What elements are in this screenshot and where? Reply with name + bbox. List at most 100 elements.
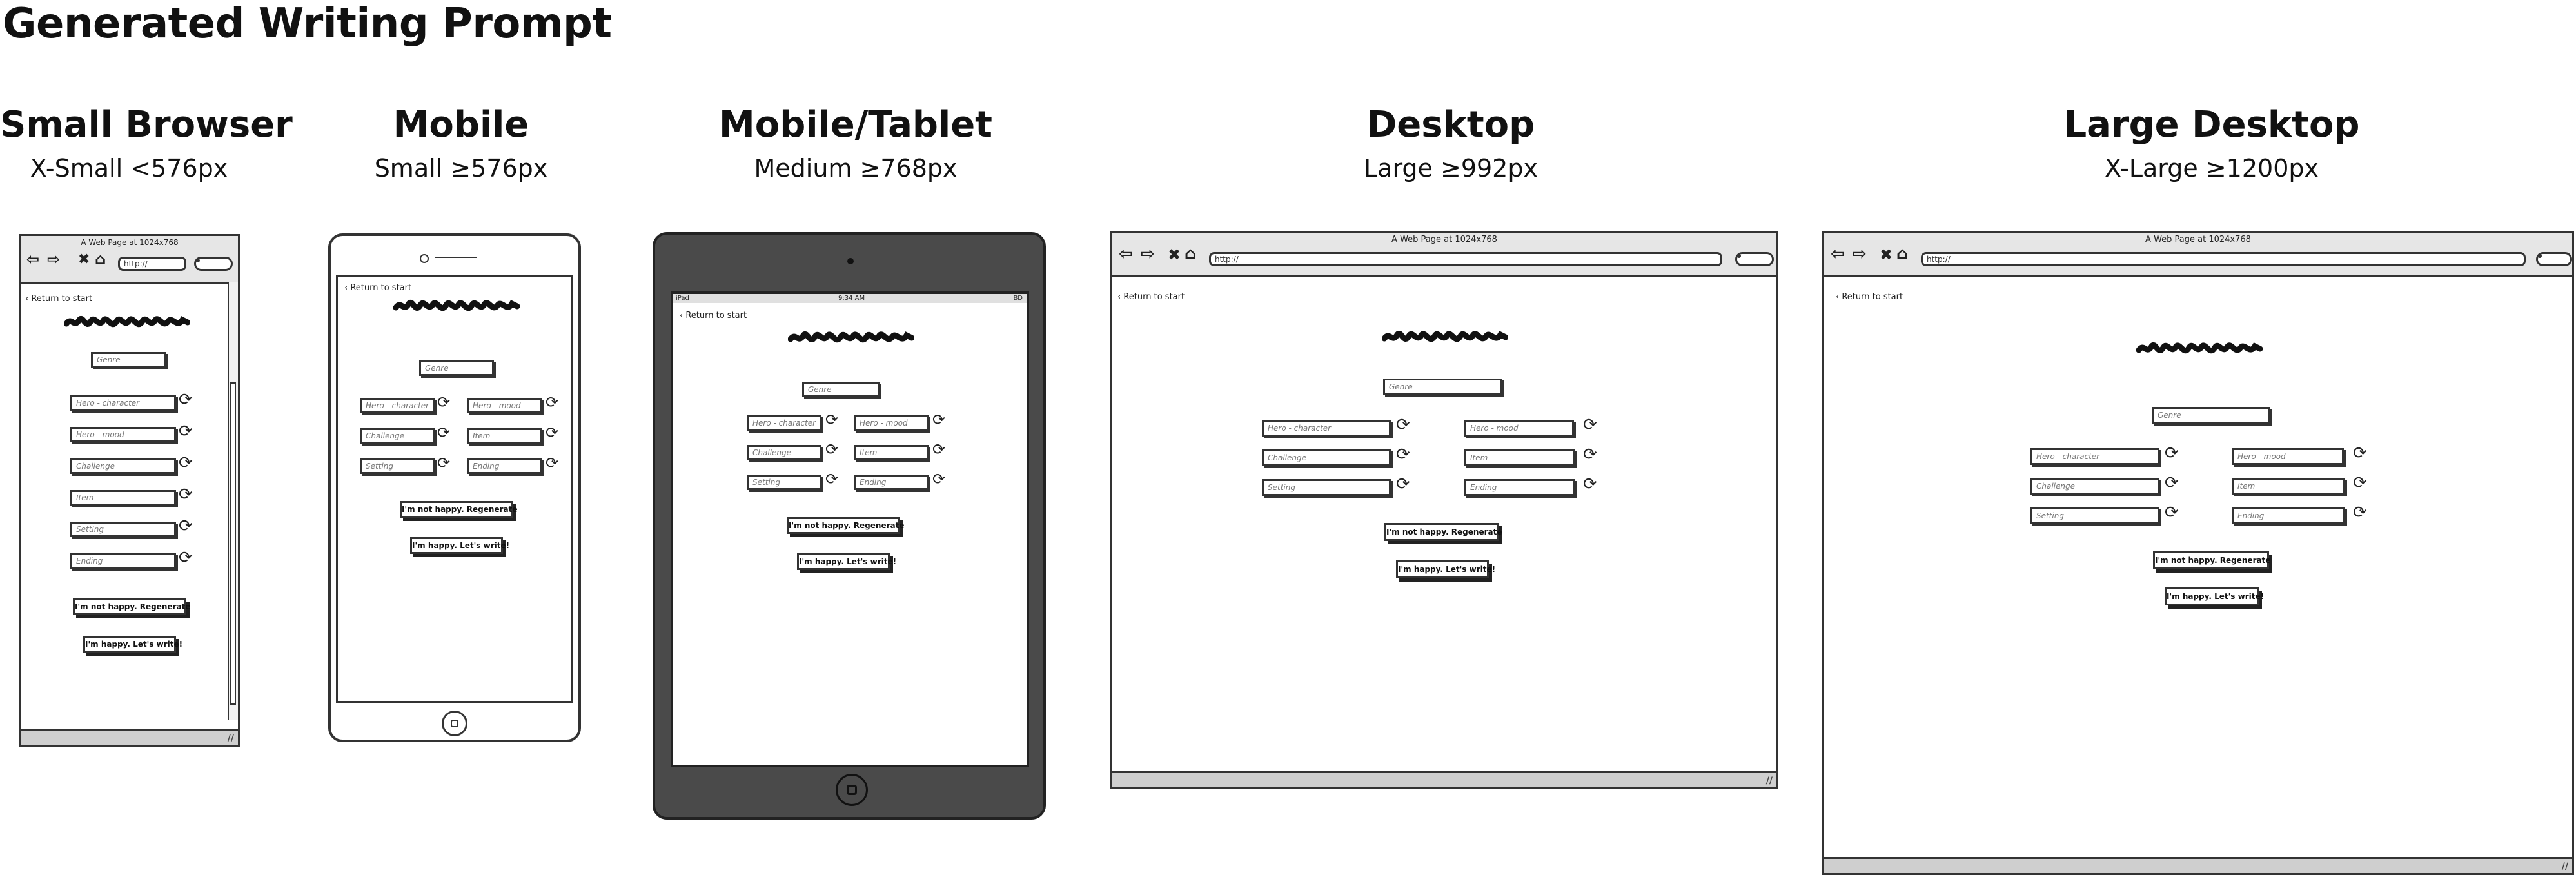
genre-field[interactable]: Genre [2152, 407, 2270, 424]
refresh-icon[interactable]: ⟳ [932, 471, 945, 487]
close-icon[interactable]: ✖ [1880, 246, 1893, 264]
arrow-left-icon[interactable]: ⇦ [1831, 244, 1845, 264]
setting-field[interactable]: Setting [2030, 507, 2159, 524]
refresh-icon[interactable]: ⟳ [932, 442, 945, 457]
write-button[interactable]: I'm happy. Let's write! [1396, 560, 1495, 578]
refresh-icon[interactable]: ⟳ [546, 455, 558, 471]
challenge-field[interactable]: Challenge [747, 445, 821, 460]
write-button[interactable]: I'm happy. Let's write! [2165, 587, 2264, 605]
item-field[interactable]: Item [467, 428, 542, 444]
challenge-field[interactable]: Challenge [70, 458, 176, 474]
refresh-icon[interactable]: ⟳ [437, 425, 450, 440]
ending-field[interactable]: Ending [1464, 479, 1575, 496]
search-icon[interactable] [2536, 252, 2572, 266]
refresh-icon[interactable]: ⟳ [825, 442, 838, 457]
refresh-icon[interactable]: ⟳ [2353, 475, 2367, 491]
ending-field[interactable]: Ending [854, 475, 929, 490]
genre-field[interactable]: Genre [419, 360, 494, 376]
refresh-icon[interactable]: ⟳ [1583, 446, 1597, 463]
url-input[interactable]: http:// [1921, 252, 2526, 266]
genre-field[interactable]: Genre [1383, 379, 1502, 395]
refresh-icon[interactable]: ⟳ [179, 423, 193, 440]
hero-character-field[interactable]: Hero - character [747, 415, 821, 431]
scrollbar-thumb[interactable] [230, 382, 236, 705]
refresh-icon[interactable]: ⟳ [1396, 417, 1410, 433]
arrow-left-icon[interactable]: ⇦ [1119, 244, 1133, 264]
url-input[interactable]: http:// [1209, 252, 1722, 266]
home-icon[interactable]: ⌂ [1896, 244, 1909, 264]
item-field[interactable]: Item [70, 490, 176, 506]
refresh-icon[interactable]: ⟳ [437, 395, 450, 410]
regenerate-button[interactable]: I'm not happy. Regenerate [2153, 551, 2270, 569]
refresh-icon[interactable]: ⟳ [932, 412, 945, 428]
refresh-icon[interactable]: ⟳ [179, 391, 193, 408]
hero-mood-field[interactable]: Hero - mood [467, 398, 542, 413]
ending-field[interactable]: Ending [467, 458, 542, 474]
refresh-icon[interactable]: ⟳ [2353, 445, 2367, 462]
search-icon[interactable] [194, 257, 233, 271]
refresh-icon[interactable]: ⟳ [2165, 475, 2179, 491]
url-input[interactable]: http:// [118, 257, 186, 271]
refresh-icon[interactable]: ⟳ [179, 486, 193, 503]
refresh-icon[interactable]: ⟳ [825, 471, 838, 487]
arrow-right-icon[interactable]: ⇨ [47, 250, 60, 268]
refresh-icon[interactable]: ⟳ [1396, 446, 1410, 463]
refresh-icon[interactable]: ⟳ [2165, 445, 2179, 462]
genre-field[interactable]: Genre [91, 352, 166, 368]
arrow-right-icon[interactable]: ⇨ [1853, 244, 1867, 264]
item-field[interactable]: Item [2232, 478, 2345, 495]
home-icon[interactable]: ⌂ [95, 250, 106, 268]
hero-character-field[interactable]: Hero - character [2030, 448, 2159, 465]
resize-grip-icon[interactable]: // [228, 733, 234, 743]
refresh-icon[interactable]: ⟳ [825, 412, 838, 428]
challenge-field[interactable]: Challenge [1262, 449, 1391, 466]
refresh-icon[interactable]: ⟳ [179, 549, 193, 566]
refresh-icon[interactable]: ⟳ [546, 425, 558, 440]
home-button[interactable] [442, 711, 467, 736]
ending-field[interactable]: Ending [2232, 507, 2345, 524]
refresh-icon[interactable]: ⟳ [2165, 504, 2179, 521]
refresh-icon[interactable]: ⟳ [179, 518, 193, 535]
challenge-field[interactable]: Challenge [2030, 478, 2159, 495]
write-button[interactable]: I'm happy. Let's write! [83, 636, 182, 653]
refresh-icon[interactable]: ⟳ [2353, 504, 2367, 521]
setting-field[interactable]: Setting [1262, 479, 1391, 496]
arrow-right-icon[interactable]: ⇨ [1141, 244, 1155, 264]
resize-grip-icon[interactable]: // [1766, 776, 1773, 786]
return-to-start-link[interactable]: ‹ Return to start [1836, 292, 1903, 302]
refresh-icon[interactable]: ⟳ [1583, 476, 1597, 493]
hero-mood-field[interactable]: Hero - mood [1464, 420, 1574, 437]
item-field[interactable]: Item [1464, 449, 1575, 466]
setting-field[interactable]: Setting [360, 458, 435, 474]
return-to-start-link[interactable]: ‹ Return to start [344, 283, 411, 293]
arrow-left-icon[interactable]: ⇦ [26, 250, 39, 268]
challenge-field[interactable]: Challenge [360, 428, 435, 444]
return-to-start-link[interactable]: ‹ Return to start [1117, 292, 1185, 302]
home-icon[interactable]: ⌂ [1185, 244, 1197, 264]
refresh-icon[interactable]: ⟳ [1396, 476, 1410, 493]
hero-character-field[interactable]: Hero - character [360, 398, 435, 413]
setting-field[interactable]: Setting [747, 475, 821, 490]
refresh-icon[interactable]: ⟳ [179, 455, 193, 471]
hero-mood-field[interactable]: Hero - mood [854, 415, 929, 431]
home-button[interactable] [836, 774, 868, 806]
regenerate-button[interactable]: I'm not happy. Regenerate [73, 598, 190, 615]
return-to-start-link[interactable]: ‹ Return to start [25, 294, 92, 304]
regenerate-button[interactable]: I'm not happy. Regenerate [787, 517, 904, 534]
hero-character-field[interactable]: Hero - character [70, 395, 176, 411]
refresh-icon[interactable]: ⟳ [437, 455, 450, 471]
regenerate-button[interactable]: I'm not happy. Regenerate [400, 501, 517, 518]
refresh-icon[interactable]: ⟳ [1583, 417, 1597, 433]
scrollbar[interactable] [228, 282, 238, 720]
return-to-start-link[interactable]: ‹ Return to start [680, 311, 747, 320]
write-button[interactable]: I'm happy. Let's write! [410, 537, 509, 554]
write-button[interactable]: I'm happy. Let's write! [797, 553, 896, 570]
hero-mood-field[interactable]: Hero - mood [2232, 448, 2344, 465]
hero-mood-field[interactable]: Hero - mood [70, 427, 176, 442]
setting-field[interactable]: Setting [70, 522, 176, 537]
hero-character-field[interactable]: Hero - character [1262, 420, 1391, 437]
resize-grip-icon[interactable]: // [2562, 861, 2568, 872]
regenerate-button[interactable]: I'm not happy. Regenerate [1384, 523, 1502, 541]
close-icon[interactable]: ✖ [78, 251, 90, 268]
refresh-icon[interactable]: ⟳ [546, 395, 558, 410]
